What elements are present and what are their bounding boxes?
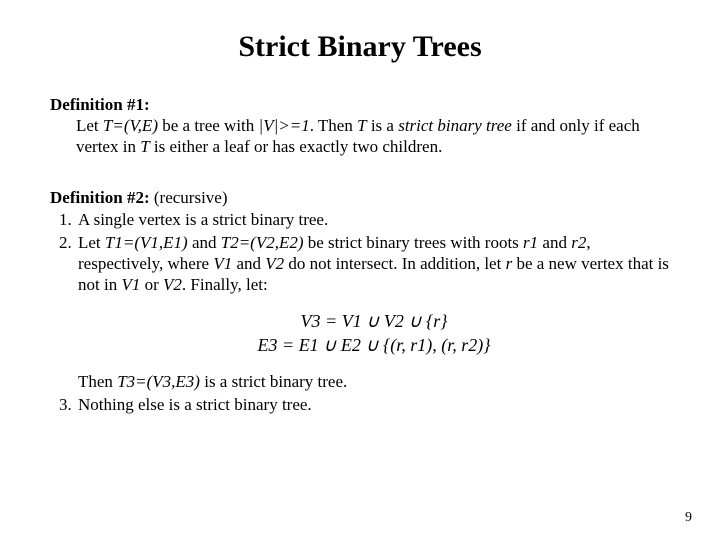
text: Then — [78, 372, 117, 391]
equation-V3: V3 = V1 ∪ V2 ∪ {r} — [78, 310, 670, 333]
var-V2: V2 — [265, 254, 284, 273]
text: do not intersect. In addition, let — [284, 254, 505, 273]
definition-2: Definition #2: (recursive) A single vert… — [50, 187, 670, 415]
list-item: A single vertex is a strict binary tree. — [76, 209, 670, 230]
def1-heading: Definition #1: — [50, 94, 670, 115]
def2-list: A single vertex is a strict binary tree.… — [50, 209, 670, 416]
var-T2: T2=(V2,E2) — [221, 233, 304, 252]
equations: V3 = V1 ∪ V2 ∪ {r} E3 = E1 ∪ E2 ∪ {(r, r… — [78, 310, 670, 357]
var-TVE: T=(V,E) — [103, 116, 158, 135]
var-V2: V2 — [163, 275, 182, 294]
def2-qualifier: (recursive) — [150, 188, 228, 207]
text: . Finally, let: — [182, 275, 268, 294]
term-strict-binary-tree: strict binary tree — [398, 116, 512, 135]
var-T1: T1=(V1,E1) — [105, 233, 188, 252]
var-V1: V1 — [121, 275, 140, 294]
var-V1: V1 — [213, 254, 232, 273]
text: Let — [76, 116, 103, 135]
text: or — [140, 275, 163, 294]
var-T: T — [357, 116, 366, 135]
def2-heading-line: Definition #2: (recursive) — [50, 187, 670, 208]
text: be strict binary trees with roots — [304, 233, 524, 252]
var-Vge1: |V|>=1 — [259, 116, 310, 135]
slide-title: Strict Binary Trees — [50, 28, 670, 66]
def2-item1: A single vertex is a strict binary tree. — [78, 210, 328, 229]
def2-item3: Nothing else is a strict binary tree. — [78, 395, 312, 414]
page-number: 9 — [685, 509, 692, 527]
text: is either a leaf or has exactly two chil… — [150, 137, 443, 156]
list-item: Let T1=(V1,E1) and T2=(V2,E2) be strict … — [76, 232, 670, 392]
text: Let — [78, 233, 105, 252]
slide: Strict Binary Trees Definition #1: Let T… — [0, 0, 720, 540]
def1-body: Let T=(V,E) be a tree with |V|>=1. Then … — [50, 115, 670, 158]
var-T3: T3=(V3,E3) — [117, 372, 200, 391]
text: and — [232, 254, 265, 273]
var-r1: r1 — [523, 233, 538, 252]
def2-heading: Definition #2: — [50, 188, 150, 207]
text: is a — [367, 116, 399, 135]
text: is a strict binary tree. — [200, 372, 347, 391]
var-r2: r2 — [571, 233, 586, 252]
text: and — [538, 233, 571, 252]
text: be a tree with — [158, 116, 259, 135]
equation-E3: E3 = E1 ∪ E2 ∪ {(r, r1), (r, r2)} — [78, 334, 670, 357]
text: and — [188, 233, 221, 252]
list-item: Nothing else is a strict binary tree. — [76, 394, 670, 415]
def2-after-eq: Then T3=(V3,E3) is a strict binary tree. — [78, 371, 670, 392]
var-T: T — [140, 137, 149, 156]
definition-1: Definition #1: Let T=(V,E) be a tree wit… — [50, 94, 670, 158]
text: . Then — [310, 116, 357, 135]
